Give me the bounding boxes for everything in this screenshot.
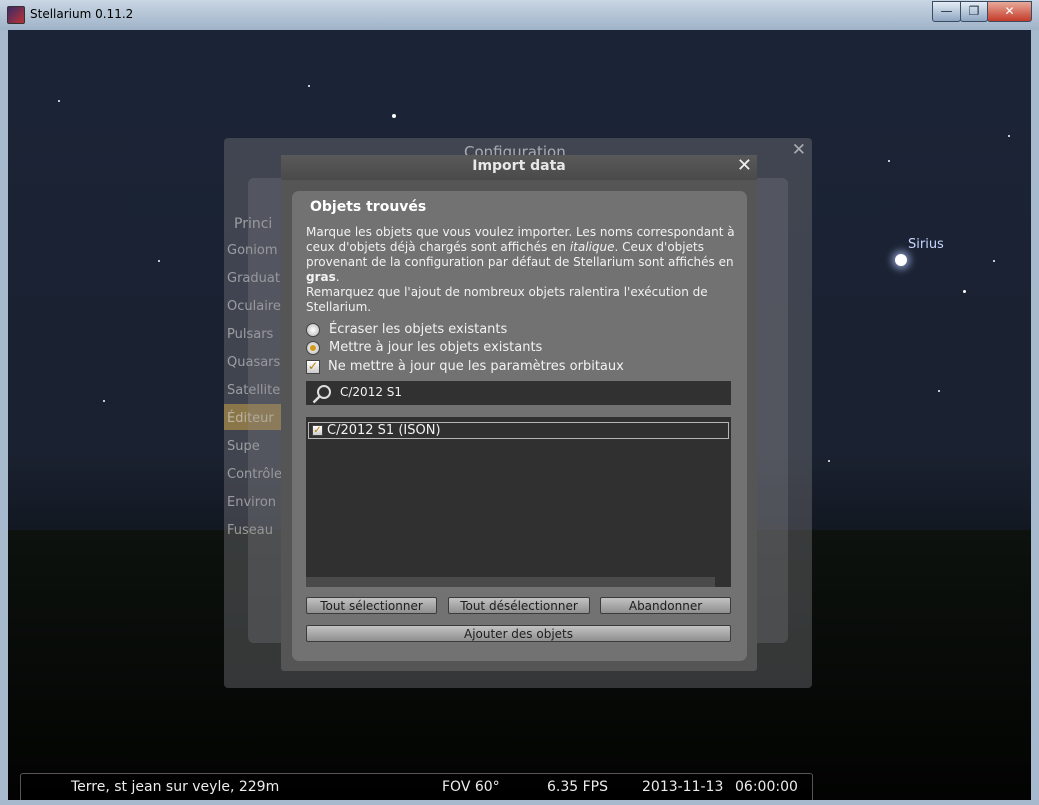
minimize-button[interactable]: — [932, 1, 961, 22]
close-icon[interactable]: ✕ [792, 140, 806, 160]
star-label-sirius: Sirius [908, 237, 944, 252]
deselect-all-button[interactable]: Tout désélectionner [448, 597, 590, 614]
search-field[interactable]: C/2012 S1 [306, 381, 731, 405]
list-item[interactable]: ✓ C/2012 S1 (ISON) [308, 422, 729, 439]
close-window-button[interactable]: ✕ [987, 1, 1032, 22]
window-controls: — ❐ ✕ [932, 1, 1032, 22]
star[interactable] [895, 254, 907, 266]
overwrite-radio[interactable] [306, 322, 320, 337]
cancel-button[interactable]: Abandonner [600, 597, 731, 614]
import-data-dialog: Import data ✕ Objets trouvés Marque les … [281, 155, 757, 671]
update-radio[interactable] [306, 340, 320, 355]
search-input[interactable]: C/2012 S1 [340, 385, 402, 399]
star[interactable] [828, 460, 830, 462]
star[interactable] [888, 160, 890, 162]
maximize-button[interactable]: ❐ [960, 1, 988, 22]
update-label: Mettre à jour les objets existants [329, 340, 543, 355]
star[interactable] [158, 260, 160, 262]
star[interactable] [103, 400, 105, 402]
orbital-only-label: Ne mettre à jour que les paramètres orbi… [328, 359, 624, 374]
window-title: Stellarium 0.11.2 [30, 7, 134, 21]
star[interactable] [392, 114, 396, 118]
orbital-only-option[interactable]: ✓ Ne mettre à jour que les paramètres or… [306, 359, 624, 374]
fps-text: 6.35 FPS [547, 779, 609, 795]
overwrite-label: Écraser les objets existants [329, 322, 508, 337]
star[interactable] [963, 290, 966, 293]
section-title: Objets trouvés [310, 199, 427, 215]
close-icon[interactable]: ✕ [737, 155, 752, 176]
time-text: 06:00:00 [735, 779, 798, 795]
description-text: Marque les objets que vous voulez import… [306, 225, 735, 314]
update-existing-option[interactable]: Mettre à jour les objets existants [306, 340, 542, 355]
window-frame-right [1031, 30, 1039, 805]
star[interactable] [993, 260, 995, 262]
list-item-label: C/2012 S1 (ISON) [327, 423, 441, 438]
dialog-title-bar[interactable]: Import data ✕ [281, 155, 757, 180]
window-frame-bottom [0, 800, 1039, 805]
star[interactable] [938, 390, 940, 392]
dialog-title: Import data [472, 158, 566, 174]
window-frame-left [0, 30, 8, 805]
star[interactable] [58, 100, 60, 102]
app-icon [7, 6, 25, 24]
window-title-bar[interactable]: Stellarium 0.11.2 — ❐ ✕ [0, 0, 1039, 30]
objects-found-panel: Objets trouvés Marque les objets que vou… [292, 191, 747, 661]
add-objects-button[interactable]: Ajouter des objets [306, 625, 731, 642]
status-bar: Terre, st jean sur veyle, 229m FOV 60° 6… [20, 773, 813, 800]
list-item-checkbox[interactable]: ✓ [312, 425, 323, 436]
star[interactable] [308, 85, 310, 87]
date-text: 2013-11-13 [642, 779, 724, 795]
horizontal-scrollbar[interactable] [306, 577, 715, 587]
fov-text: FOV 60° [442, 779, 500, 795]
search-icon [312, 385, 331, 404]
objects-list[interactable]: ✓ C/2012 S1 (ISON) [306, 417, 731, 587]
overwrite-existing-option[interactable]: Écraser les objets existants [306, 322, 507, 337]
location-text: Terre, st jean sur veyle, 229m [71, 779, 280, 795]
select-all-button[interactable]: Tout sélectionner [306, 597, 437, 614]
star[interactable] [1008, 135, 1010, 137]
orbital-only-checkbox[interactable]: ✓ [306, 359, 320, 374]
